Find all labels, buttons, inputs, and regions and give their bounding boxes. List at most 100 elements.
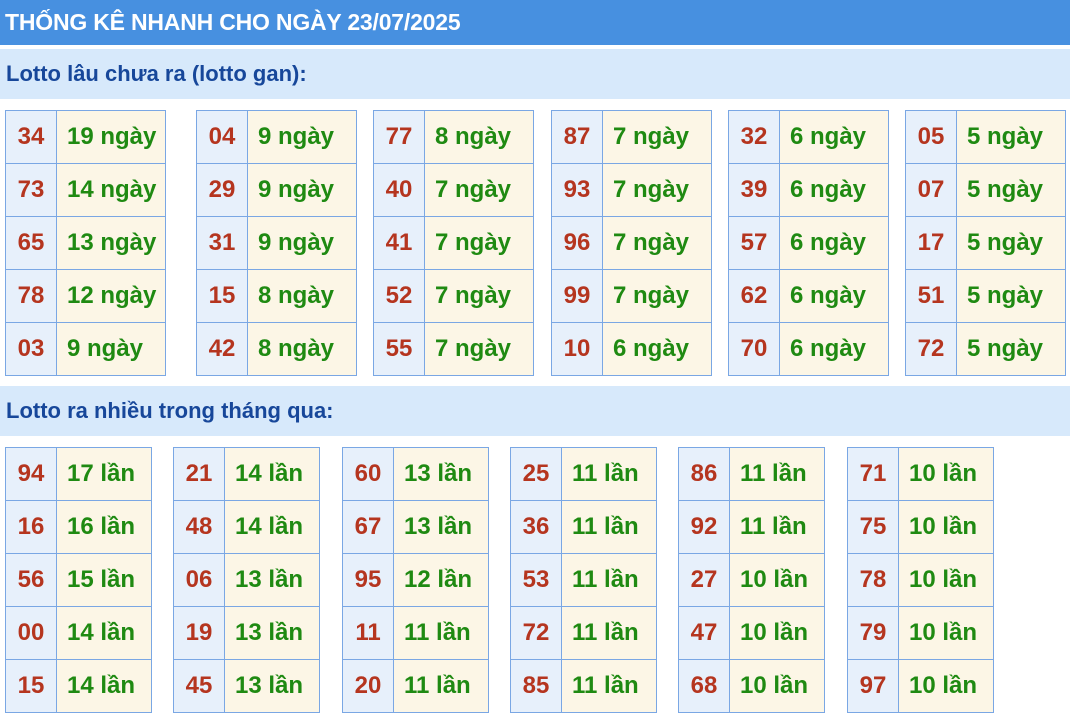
table-row: 70 6 ngày: [728, 322, 889, 376]
days-absent: 8 ngày: [247, 269, 357, 323]
days-absent: 6 ngày: [779, 322, 889, 376]
freq-column-5: 86 11 lần 92 11 lần 27 10 lần 47 10 lần 68 10 lần: [678, 447, 825, 713]
lotto-number: 96: [551, 216, 603, 270]
gan-column-1: 34 19 ngày 73 14 ngày 65 13 ngày 78 12 ngày 03 9 …: [5, 110, 166, 376]
appearance-count: 11 lần: [393, 659, 489, 713]
table-row: 93 7 ngày: [551, 163, 712, 217]
days-absent: 14 ngày: [56, 163, 166, 217]
table-row: 73 14 ngày: [5, 163, 166, 217]
lotto-number: 78: [5, 269, 57, 323]
table-row: 92 11 lần: [678, 500, 825, 554]
lotto-number: 19: [173, 606, 225, 660]
table-row: 96 7 ngày: [551, 216, 712, 270]
lotto-number: 05: [905, 110, 957, 164]
days-absent: 9 ngày: [247, 216, 357, 270]
table-row: 32 6 ngày: [728, 110, 889, 164]
table-row: 03 9 ngày: [5, 322, 166, 376]
lotto-number: 39: [728, 163, 780, 217]
freq-column-2: 21 14 lần 48 14 lần 06 13 lần 19 13 lần 45 13 lần: [173, 447, 320, 713]
lotto-number: 79: [847, 606, 899, 660]
days-absent: 6 ngày: [779, 216, 889, 270]
lotto-number: 31: [196, 216, 248, 270]
lotto-number: 25: [510, 447, 562, 501]
lotto-number: 65: [5, 216, 57, 270]
table-row: 72 5 ngày: [905, 322, 1066, 376]
days-absent: 9 ngày: [247, 163, 357, 217]
days-absent: 19 ngày: [56, 110, 166, 164]
appearance-count: 13 lần: [393, 500, 489, 554]
table-row: 55 7 ngày: [373, 322, 534, 376]
days-absent: 7 ngày: [424, 216, 534, 270]
table-row: 72 11 lần: [510, 606, 657, 660]
table-row: 29 9 ngày: [196, 163, 357, 217]
table-row: 67 13 lần: [342, 500, 489, 554]
appearance-count: 13 lần: [224, 606, 320, 660]
table-row: 52 7 ngày: [373, 269, 534, 323]
days-absent: 13 ngày: [56, 216, 166, 270]
appearance-count: 11 lần: [393, 606, 489, 660]
lotto-number: 21: [173, 447, 225, 501]
appearance-count: 13 lần: [224, 553, 320, 607]
lotto-number: 06: [173, 553, 225, 607]
table-row: 17 5 ngày: [905, 216, 1066, 270]
lotto-number: 15: [5, 659, 57, 713]
days-absent: 12 ngày: [56, 269, 166, 323]
lotto-number: 87: [551, 110, 603, 164]
lotto-number: 60: [342, 447, 394, 501]
lotto-number: 16: [5, 500, 57, 554]
lotto-number: 20: [342, 659, 394, 713]
table-row: 48 14 lần: [173, 500, 320, 554]
days-absent: 9 ngày: [56, 322, 166, 376]
table-row: 94 17 lần: [5, 447, 152, 501]
days-absent: 5 ngày: [956, 322, 1066, 376]
appearance-count: 15 lần: [56, 553, 152, 607]
appearance-count: 11 lần: [729, 447, 825, 501]
table-row: 07 5 ngày: [905, 163, 1066, 217]
days-absent: 7 ngày: [602, 216, 712, 270]
appearance-count: 17 lần: [56, 447, 152, 501]
table-row: 15 14 lần: [5, 659, 152, 713]
table-row: 68 10 lần: [678, 659, 825, 713]
lotto-number: 40: [373, 163, 425, 217]
lotto-number: 86: [678, 447, 730, 501]
lotto-number: 55: [373, 322, 425, 376]
appearance-count: 10 lần: [898, 447, 994, 501]
lotto-number: 15: [196, 269, 248, 323]
lotto-number: 53: [510, 553, 562, 607]
appearance-count: 10 lần: [898, 500, 994, 554]
freq-column-6: 71 10 lần 75 10 lần 78 10 lần 79 10 lần 97 10 lần: [847, 447, 994, 713]
gan-column-5: 32 6 ngày 39 6 ngày 57 6 ngày 62 6 ngày 70 6 ngày: [728, 110, 889, 376]
gan-column-2: 04 9 ngày 29 9 ngày 31 9 ngày 15 8 ngày 42 8 ngày: [196, 110, 357, 376]
days-absent: 9 ngày: [247, 110, 357, 164]
table-row: 79 10 lần: [847, 606, 994, 660]
appearance-count: 10 lần: [729, 659, 825, 713]
table-row: 10 6 ngày: [551, 322, 712, 376]
lotto-number: 29: [196, 163, 248, 217]
table-row: 51 5 ngày: [905, 269, 1066, 323]
table-row: 00 14 lần: [5, 606, 152, 660]
table-row: 65 13 ngày: [5, 216, 166, 270]
lotto-number: 51: [905, 269, 957, 323]
lotto-number: 95: [342, 553, 394, 607]
table-row: 42 8 ngày: [196, 322, 357, 376]
days-absent: 7 ngày: [424, 322, 534, 376]
table-row: 47 10 lần: [678, 606, 825, 660]
appearance-count: 11 lần: [561, 659, 657, 713]
appearance-count: 14 lần: [224, 500, 320, 554]
lotto-number: 85: [510, 659, 562, 713]
table-row: 21 14 lần: [173, 447, 320, 501]
table-row: 95 12 lần: [342, 553, 489, 607]
table-row: 19 13 lần: [173, 606, 320, 660]
table-row: 04 9 ngày: [196, 110, 357, 164]
days-absent: 7 ngày: [424, 269, 534, 323]
appearance-count: 13 lần: [224, 659, 320, 713]
days-absent: 7 ngày: [424, 163, 534, 217]
page-title: THỐNG KÊ NHANH CHO NGÀY 23/07/2025: [0, 0, 1070, 45]
days-absent: 6 ngày: [779, 163, 889, 217]
table-row: 40 7 ngày: [373, 163, 534, 217]
lotto-number: 93: [551, 163, 603, 217]
table-row: 15 8 ngày: [196, 269, 357, 323]
appearance-count: 11 lần: [561, 447, 657, 501]
days-absent: 6 ngày: [602, 322, 712, 376]
days-absent: 7 ngày: [602, 269, 712, 323]
